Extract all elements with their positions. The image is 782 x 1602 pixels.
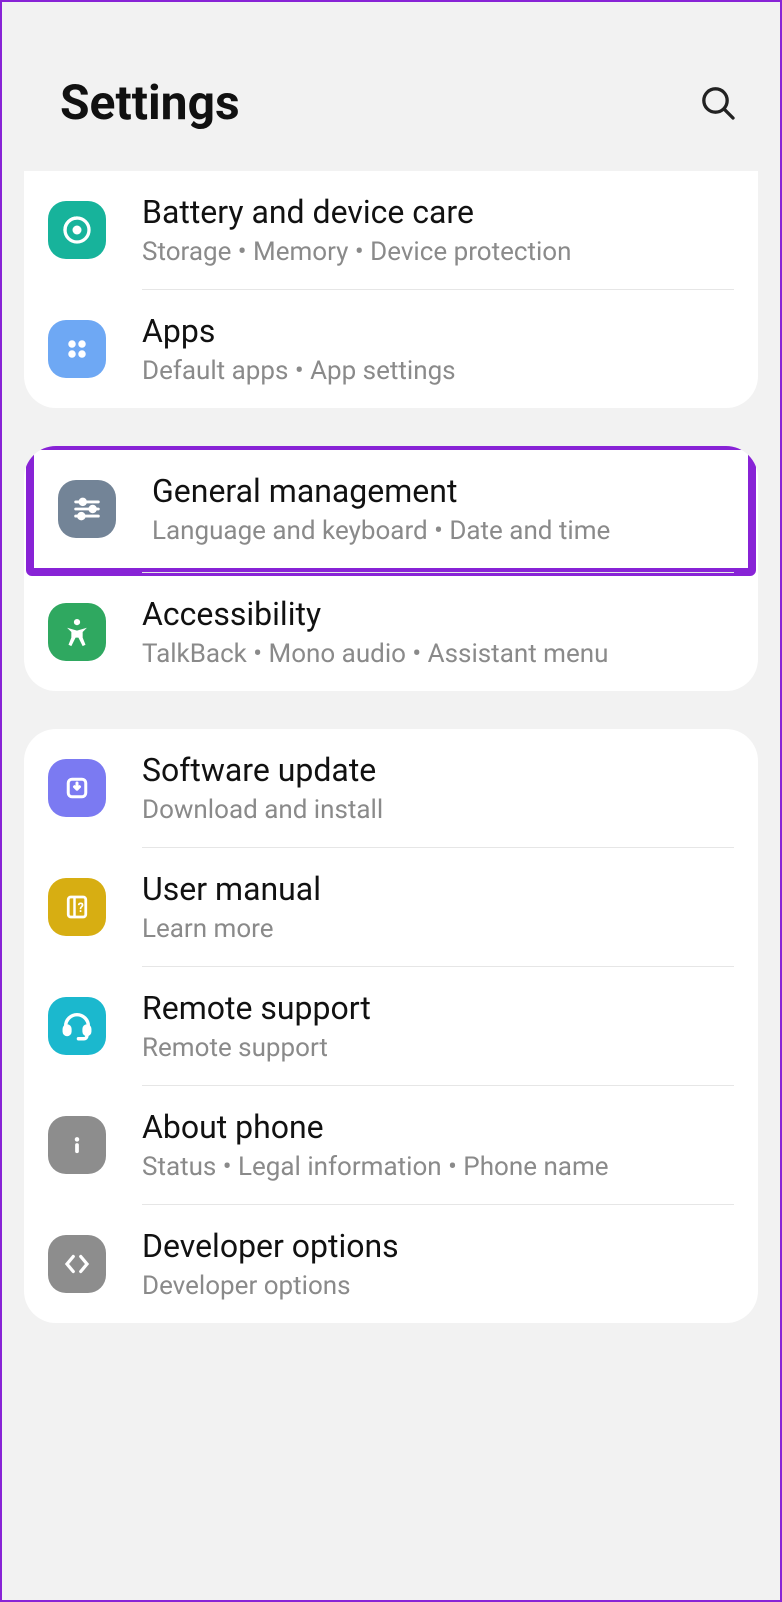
item-subtitle: Remote support xyxy=(142,1033,734,1063)
sliders-icon xyxy=(58,480,116,538)
item-title: Battery and device care xyxy=(142,193,734,231)
item-subtitle: Download and install xyxy=(142,795,734,825)
item-title: General management xyxy=(152,472,724,510)
settings-group: Software update Download and install ? U… xyxy=(24,729,758,1323)
item-subtitle: Status • Legal information • Phone name xyxy=(142,1152,734,1182)
item-text: Remote support Remote support xyxy=(142,985,734,1067)
item-subtitle: Learn more xyxy=(142,914,734,944)
software-update-icon xyxy=(48,759,106,817)
item-text: Apps Default apps • App settings xyxy=(142,308,734,390)
item-text: About phone Status • Legal information •… xyxy=(142,1104,734,1186)
item-text: User manual Learn more xyxy=(142,866,734,948)
item-title: Apps xyxy=(142,312,734,350)
settings-item-developer-options[interactable]: Developer options Developer options xyxy=(24,1205,758,1323)
battery-care-icon xyxy=(48,201,106,259)
item-title: Accessibility xyxy=(142,595,734,633)
user-manual-icon: ? xyxy=(48,878,106,936)
settings-item-remote-support[interactable]: Remote support Remote support xyxy=(24,967,758,1085)
info-icon xyxy=(48,1116,106,1174)
settings-item-battery[interactable]: Battery and device care Storage • Memory… xyxy=(24,171,758,289)
item-subtitle: Developer options xyxy=(142,1271,734,1301)
item-text: Accessibility TalkBack • Mono audio • As… xyxy=(142,591,734,673)
search-icon xyxy=(698,83,738,123)
settings-item-software-update[interactable]: Software update Download and install xyxy=(24,729,758,847)
settings-item-about-phone[interactable]: About phone Status • Legal information •… xyxy=(24,1086,758,1204)
search-button[interactable] xyxy=(696,81,740,125)
highlight-box: General management Language and keyboard… xyxy=(26,446,756,576)
developer-icon xyxy=(48,1235,106,1293)
item-title: Software update xyxy=(142,751,734,789)
apps-icon xyxy=(48,320,106,378)
item-subtitle: Storage • Memory • Device protection xyxy=(142,237,734,267)
settings-group: General management Language and keyboard… xyxy=(24,446,758,691)
item-title: About phone xyxy=(142,1108,734,1146)
item-title: User manual xyxy=(142,870,734,908)
settings-item-apps[interactable]: Apps Default apps • App settings xyxy=(24,290,758,408)
item-text: General management Language and keyboard… xyxy=(152,468,724,550)
headset-icon xyxy=(48,997,106,1055)
svg-text:?: ? xyxy=(78,901,84,916)
item-text: Developer options Developer options xyxy=(142,1223,734,1305)
accessibility-icon xyxy=(48,603,106,661)
settings-item-user-manual[interactable]: ? User manual Learn more xyxy=(24,848,758,966)
item-subtitle: Default apps • App settings xyxy=(142,356,734,386)
item-subtitle: Language and keyboard • Date and time xyxy=(152,516,724,546)
item-title: Remote support xyxy=(142,989,734,1027)
item-subtitle: TalkBack • Mono audio • Assistant menu xyxy=(142,639,734,669)
item-text: Battery and device care Storage • Memory… xyxy=(142,189,734,271)
item-text: Software update Download and install xyxy=(142,747,734,829)
settings-item-general-management[interactable]: General management Language and keyboard… xyxy=(34,450,748,568)
settings-group: Battery and device care Storage • Memory… xyxy=(24,171,758,408)
page-title: Settings xyxy=(60,74,240,131)
item-title: Developer options xyxy=(142,1227,734,1265)
page-header: Settings xyxy=(2,2,780,171)
settings-item-accessibility[interactable]: Accessibility TalkBack • Mono audio • As… xyxy=(24,573,758,691)
